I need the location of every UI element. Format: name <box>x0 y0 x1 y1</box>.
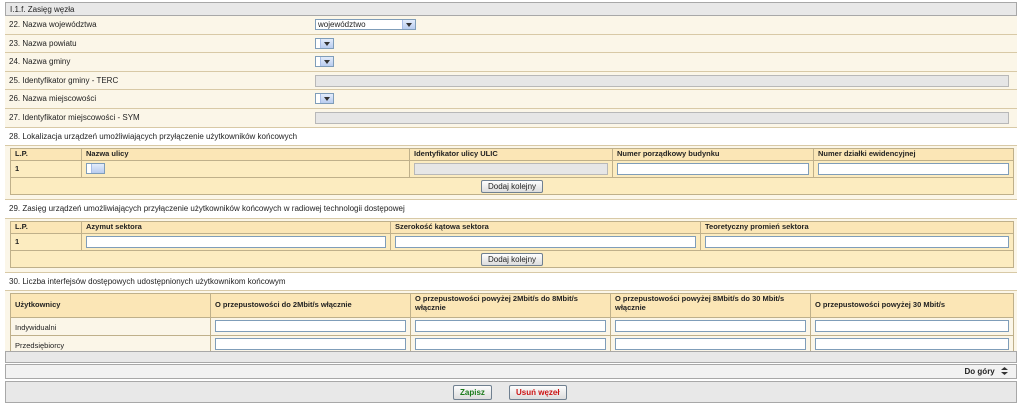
individual-30mbit-input[interactable] <box>615 320 806 333</box>
table-row: Indywidualni <box>10 317 1014 337</box>
s30-col-over30: O przepustowości powyżej 30 Mbit/s <box>810 293 1014 319</box>
table-row: 1 <box>10 160 1014 179</box>
s28-col-street: Nazwa ulicy <box>81 148 410 162</box>
table-row: 1 <box>10 232 1014 251</box>
field-locality: 26. Nazwa miejscowości <box>5 90 1017 109</box>
s30-col-users: Użytkownicy <box>10 293 211 319</box>
county-label: 23. Nazwa powiatu <box>9 38 77 48</box>
county-select[interactable] <box>315 37 334 49</box>
voivodeship-select[interactable]: województwo <box>315 19 416 30</box>
form-container: I.1.f. Zasięg węzła 22. Nazwa województw… <box>5 2 1017 359</box>
s29-col-width: Szerokość kątowa sektora <box>390 220 701 234</box>
commune-select[interactable] <box>315 56 334 68</box>
voivodeship-value: województwo <box>318 20 366 29</box>
chevron-down-icon <box>402 20 415 29</box>
to-top-link[interactable]: Do góry <box>965 367 1008 376</box>
s28-table: L.P. Nazwa ulicy Identyfikator ulicy ULI… <box>10 148 1014 196</box>
s30-col-30mbit: O przepustowości powyżej 8Mbit/s do 30 M… <box>610 293 811 319</box>
s28-title-row: 28. Lokalizacja urządzeń umożliwiających… <box>5 127 1017 147</box>
s29-col-lp: L.P. <box>10 220 82 234</box>
chevron-down-icon <box>320 38 333 48</box>
s28-col-lp: L.P. <box>10 148 82 162</box>
chevron-down-icon <box>320 94 333 104</box>
azimuth-input[interactable] <box>86 235 386 248</box>
field-commune: 24. Nazwa gminy <box>5 53 1017 72</box>
s30-row-individual: Indywidualni <box>10 317 211 337</box>
sym-label: 27. Identyfikator miejscowości - SYM <box>9 112 140 122</box>
individual-8mbit-input[interactable] <box>415 320 606 333</box>
business-over30-input[interactable] <box>815 338 1009 351</box>
plot-number-input[interactable] <box>818 163 1009 176</box>
s29-col-radius: Teoretyczny promień sektora <box>700 220 1014 234</box>
s30-col-8mbit: O przepustowości powyżej 2Mbit/s do 8Mbi… <box>410 293 611 319</box>
individual-2mbit-input[interactable] <box>215 320 406 333</box>
locality-select[interactable] <box>315 93 334 105</box>
angular-width-input[interactable] <box>395 235 696 248</box>
street-select[interactable] <box>86 163 105 175</box>
s28-col-plot: Numer działki ewidencyjnej <box>813 148 1014 162</box>
s28-box: L.P. Nazwa ulicy Identyfikator ulicy ULI… <box>5 146 1017 201</box>
save-button[interactable]: Zapisz <box>453 385 492 400</box>
s29-add-button[interactable]: Dodaj kolejny <box>480 252 544 266</box>
s30-col-2mbit: O przepustowości do 2Mbit/s włącznie <box>210 293 411 319</box>
ulic-input <box>414 163 608 176</box>
business-2mbit-input[interactable] <box>215 338 406 351</box>
terc-input <box>315 74 1009 87</box>
spacer-bar <box>5 351 1017 363</box>
s28-col-building: Numer porządkowy budynku <box>612 148 814 162</box>
s28-title: 28. Lokalizacja urządzeń umożliwiających… <box>9 131 298 141</box>
individual-over30-input[interactable] <box>815 320 1009 333</box>
to-top-label: Do góry <box>964 367 995 376</box>
action-bar: Zapisz Usuń węzeł <box>5 381 1017 403</box>
s30-title: 30. Liczba interfejsów dostępowych udost… <box>9 276 286 286</box>
voivodeship-label: 22. Nazwa województwa <box>9 20 97 29</box>
s30-box: Użytkownicy O przepustowości do 2Mbit/s … <box>5 291 1017 359</box>
s29-title-row: 29. Zasięg urządzeń umożliwiających przy… <box>5 200 1017 219</box>
s30-title-row: 30. Liczba interfejsów dostępowych udost… <box>5 272 1017 292</box>
chevron-down-icon <box>320 57 333 67</box>
s29-table: L.P. Azymut sektora Szerokość kątowa sek… <box>10 220 1014 268</box>
chevron-down-icon <box>91 164 104 174</box>
to-top-bar: Do góry <box>5 364 1017 379</box>
s30-table: Użytkownicy O przepustowości do 2Mbit/s … <box>10 293 1014 355</box>
s29-row-lp: 1 <box>10 232 82 251</box>
section-header: I.1.f. Zasięg węzła <box>5 2 1017 16</box>
field-voivodeship: 22. Nazwa województwa województwo <box>5 16 1017 35</box>
radius-input[interactable] <box>705 235 1009 248</box>
s28-add-button[interactable]: Dodaj kolejny <box>480 180 544 194</box>
arrow-up-down-icon <box>1001 367 1008 375</box>
terc-label: 25. Identyfikator gminy - TERC <box>9 75 119 85</box>
business-30mbit-input[interactable] <box>615 338 806 351</box>
delete-node-button[interactable]: Usuń węzeł <box>509 385 567 400</box>
field-county: 23. Nazwa powiatu <box>5 34 1017 54</box>
s29-title: 29. Zasięg urządzeń umożliwiających przy… <box>9 204 405 214</box>
s28-col-ulic: Identyfikator ulicy ULIC <box>409 148 613 162</box>
s28-row-lp: 1 <box>10 160 82 179</box>
commune-label: 24. Nazwa gminy <box>9 57 71 67</box>
s29-box: L.P. Azymut sektora Szerokość kątowa sek… <box>5 218 1017 273</box>
field-terc: 25. Identyfikator gminy - TERC <box>5 71 1017 91</box>
s29-col-azimuth: Azymut sektora <box>81 220 391 234</box>
locality-label: 26. Nazwa miejscowości <box>9 94 97 104</box>
business-8mbit-input[interactable] <box>415 338 606 351</box>
building-number-input[interactable] <box>617 163 809 176</box>
field-sym: 27. Identyfikator miejscowości - SYM <box>5 108 1017 128</box>
sym-input <box>315 111 1009 124</box>
